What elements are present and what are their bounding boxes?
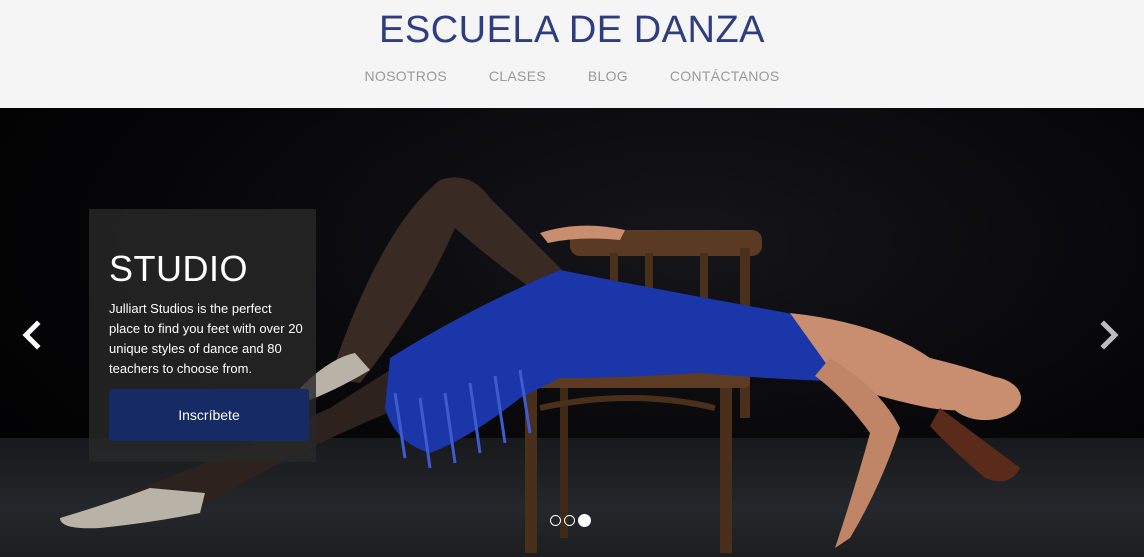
- carousel-indicator-1[interactable]: [550, 515, 561, 527]
- nav-link-blog[interactable]: BLOG: [588, 68, 628, 84]
- site-title[interactable]: ESCUELA DE DANZA: [0, 8, 1144, 52]
- slide-title: STUDIO: [109, 248, 249, 289]
- nav-link-nosotros[interactable]: NOSOTROS: [365, 68, 448, 84]
- enroll-button[interactable]: Inscríbete: [109, 389, 309, 441]
- chevron-right-icon: [1100, 320, 1119, 350]
- carousel-indicator-2[interactable]: [564, 515, 575, 527]
- dancer-head: [949, 376, 1021, 420]
- nav-link-contactanos[interactable]: CONTÁCTANOS: [670, 68, 780, 84]
- nav-link-clases[interactable]: CLASES: [489, 68, 546, 84]
- carousel-prev-button[interactable]: [17, 318, 47, 352]
- carousel-indicators: [550, 512, 594, 528]
- hero-carousel: STUDIO Julliart Studios is the perfect p…: [0, 108, 1144, 557]
- main-nav: NOSOTROS CLASES BLOG CONTÁCTANOS: [0, 68, 1144, 84]
- slide-caption: STUDIO Julliart Studios is the perfect p…: [89, 209, 316, 462]
- site-header: ESCUELA DE DANZA NOSOTROS CLASES BLOG CO…: [0, 0, 1144, 108]
- chair-leg: [720, 388, 732, 553]
- chevron-left-icon: [22, 320, 41, 350]
- slide-description: Julliart Studios is the perfect place to…: [109, 301, 303, 376]
- carousel-next-button[interactable]: [1094, 318, 1124, 352]
- dancer-dress: [385, 270, 900, 453]
- carousel-indicator-3[interactable]: [578, 514, 591, 528]
